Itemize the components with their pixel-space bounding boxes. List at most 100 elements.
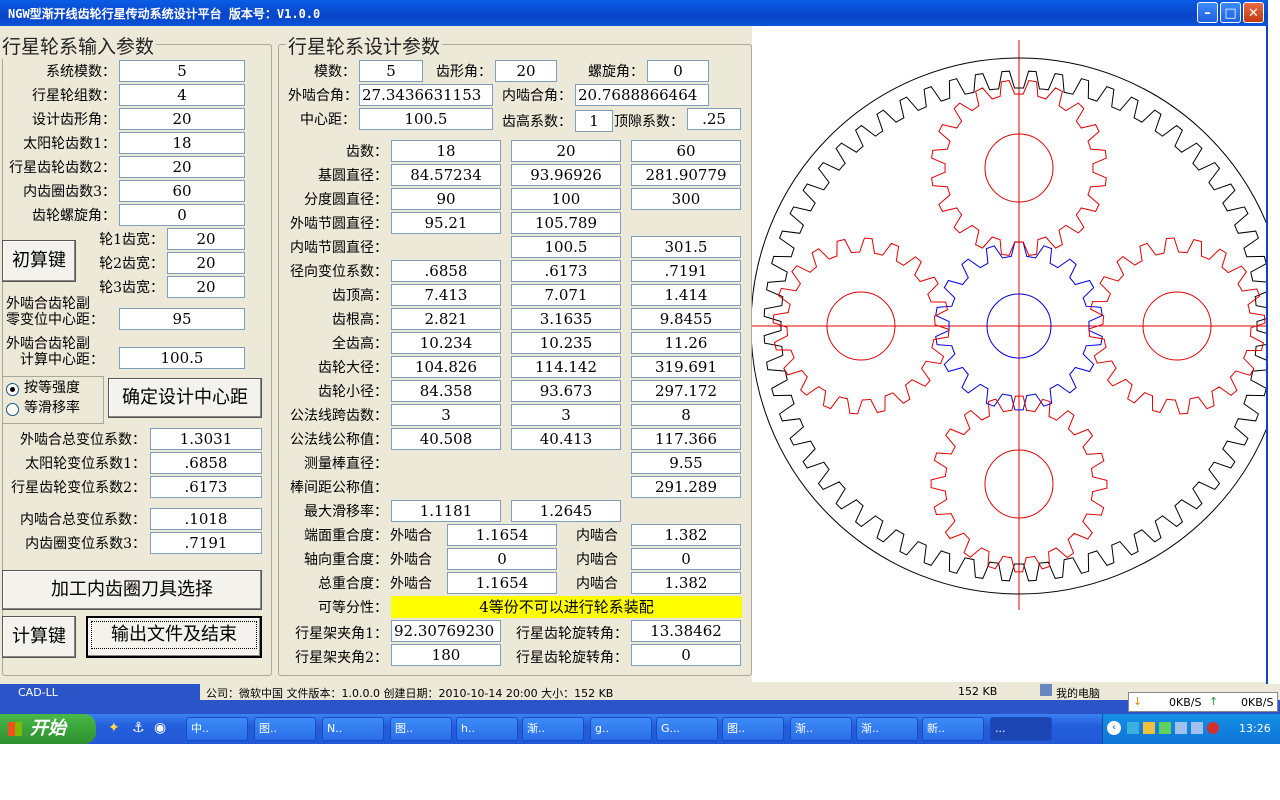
width3-input[interactable]: 20 [167, 276, 245, 298]
pressure-angle-input[interactable]: 20 [119, 108, 245, 130]
tray-icon-6[interactable] [1207, 722, 1219, 734]
cell-teeth-planet[interactable]: 20 [511, 140, 621, 162]
int-mesh-angle-value[interactable]: 20.7688866464 [575, 84, 709, 106]
output-and-exit-button[interactable]: 输出文件及结束 [86, 616, 262, 658]
addendum-coef-value[interactable]: 1 [575, 110, 613, 132]
cell-dedendum-ring[interactable]: 9.8455 [631, 308, 741, 330]
cell-base-diameter-planet[interactable]: 93.96926 [511, 164, 621, 186]
cell-total-height-planet[interactable]: 10.235 [511, 332, 621, 354]
initial-calc-button[interactable]: 初算键 [2, 240, 76, 282]
planet-teeth-input[interactable]: 20 [119, 156, 245, 178]
cell-pitch-diameter-planet[interactable]: 100 [511, 188, 621, 210]
module-value[interactable]: 5 [359, 60, 423, 82]
quicklaunch-icon-2[interactable]: ⚓ [132, 720, 146, 736]
cell-radial-shift-sun[interactable]: .6858 [391, 260, 501, 282]
width1-input[interactable]: 20 [167, 228, 245, 250]
tray-icon-1[interactable] [1127, 722, 1139, 734]
tooth-angle-value[interactable]: 20 [495, 60, 557, 82]
sun-shift-input[interactable]: .6858 [150, 452, 262, 474]
cell-span-teeth-ring[interactable]: 8 [631, 404, 741, 426]
close-button[interactable]: ✕ [1243, 2, 1264, 23]
transverse-ext-value[interactable]: 1.1654 [447, 524, 557, 546]
cell-pitch-diameter-sun[interactable]: 90 [391, 188, 501, 210]
ext-mesh-angle-value[interactable]: 27.3436631153 [359, 84, 493, 106]
task-button-9[interactable]: 图.. [722, 717, 784, 741]
cell-total-height-ring[interactable]: 11.26 [631, 332, 741, 354]
task-button-12[interactable]: 新.. [922, 717, 984, 741]
cell-radial-shift-planet[interactable]: .6173 [511, 260, 621, 282]
confirm-center-button[interactable]: 确定设计中心距 [108, 378, 262, 418]
cell-base-diameter-sun[interactable]: 84.57234 [391, 164, 501, 186]
minimize-button[interactable]: – [1197, 2, 1218, 23]
total-ext-value[interactable]: 1.1654 [447, 572, 557, 594]
clearance-coef-value[interactable]: .25 [687, 108, 741, 130]
cell-total-height-sun[interactable]: 10.234 [391, 332, 501, 354]
cell-over-pins-ring[interactable]: 291.289 [631, 476, 741, 498]
tray-expand-icon[interactable]: ‹ [1107, 721, 1121, 735]
ring-teeth-input[interactable]: 60 [119, 180, 245, 202]
radio-equal-strength[interactable] [6, 383, 19, 396]
calc-button[interactable]: 计算键 [2, 616, 76, 658]
radio-equal-slip-label[interactable]: 等滑移率 [24, 398, 80, 418]
carrier-angle2-value[interactable]: 180 [391, 644, 501, 666]
planet-groups-input[interactable]: 4 [119, 84, 245, 106]
center-distance-value[interactable]: 100.5 [359, 108, 493, 130]
task-button-2[interactable]: 图.. [254, 717, 316, 741]
task-button-1[interactable]: 中.. [186, 717, 248, 741]
task-button-8[interactable]: G... [656, 717, 718, 741]
task-button-4[interactable]: 图.. [390, 717, 452, 741]
tray-icon-2[interactable] [1143, 722, 1155, 734]
zero-shift-center-input[interactable]: 95 [119, 308, 245, 330]
start-button[interactable]: 开始 [0, 714, 96, 744]
ext-total-shift-input[interactable]: 1.3031 [150, 428, 262, 450]
cell-teeth-ring[interactable]: 60 [631, 140, 741, 162]
ring-shift-input[interactable]: .7191 [150, 532, 262, 554]
task-button-11[interactable]: 渐.. [856, 717, 918, 741]
tray-icon-3[interactable] [1159, 722, 1171, 734]
quicklaunch-icon-3[interactable]: ◉ [154, 720, 168, 736]
cell-span-teeth-sun[interactable]: 3 [391, 404, 501, 426]
transverse-int-value[interactable]: 1.382 [631, 524, 741, 546]
calc-center-input[interactable]: 100.5 [119, 347, 245, 369]
planet-shift-input[interactable]: .6173 [150, 476, 262, 498]
system-module-input[interactable]: 5 [119, 60, 245, 82]
cell-major-diameter-planet[interactable]: 114.142 [511, 356, 621, 378]
cell-minor-diameter-planet[interactable]: 93.673 [511, 380, 621, 402]
cell-minor-diameter-sun[interactable]: 84.358 [391, 380, 501, 402]
cell-addendum-ring[interactable]: 1.414 [631, 284, 741, 306]
cell-span-length-planet[interactable]: 40.413 [511, 428, 621, 450]
cell-span-length-sun[interactable]: 40.508 [391, 428, 501, 450]
sun-teeth-input[interactable]: 18 [119, 132, 245, 154]
title-bar[interactable]: NGW型渐开线齿轮行星传动系统设计平台 版本号：V1.0.0 [0, 0, 1268, 26]
cell-dedendum-sun[interactable]: 2.821 [391, 308, 501, 330]
tray-icon-5[interactable] [1191, 722, 1203, 734]
cell-teeth-sun[interactable]: 18 [391, 140, 501, 162]
task-button-10[interactable]: 渐.. [790, 717, 852, 741]
tool-select-button[interactable]: 加工内齿圈刀具选择 [2, 570, 262, 610]
cell-ext-working-pitch-sun[interactable]: 95.21 [391, 212, 501, 234]
task-button-3[interactable]: N.. [322, 717, 384, 741]
total-int-value[interactable]: 1.382 [631, 572, 741, 594]
task-button-13[interactable]: ... [990, 717, 1052, 741]
axial-int-value[interactable]: 0 [631, 548, 741, 570]
task-button-7[interactable]: g.. [590, 717, 652, 741]
helix-angle-input[interactable]: 0 [119, 204, 245, 226]
cell-max-slip-sun[interactable]: 1.1181 [391, 500, 501, 522]
cell-int-working-pitch-planet[interactable]: 100.5 [511, 236, 621, 258]
cell-int-working-pitch-ring[interactable]: 301.5 [631, 236, 741, 258]
cell-pin-diameter-ring[interactable]: 9.55 [631, 452, 741, 474]
task-button-6[interactable]: 渐.. [522, 717, 584, 741]
quicklaunch-icon-1[interactable]: ✦ [108, 720, 122, 736]
clock[interactable]: 13:26 [1239, 722, 1271, 735]
cell-base-diameter-ring[interactable]: 281.90779 [631, 164, 741, 186]
radio-equal-slip[interactable] [6, 403, 19, 416]
carrier-angle1-value[interactable]: 92.30769230 [391, 620, 501, 642]
cell-addendum-planet[interactable]: 7.071 [511, 284, 621, 306]
cell-minor-diameter-ring[interactable]: 297.172 [631, 380, 741, 402]
radio-equal-strength-label[interactable]: 按等强度 [24, 378, 80, 398]
cell-major-diameter-sun[interactable]: 104.826 [391, 356, 501, 378]
axial-ext-value[interactable]: 0 [447, 548, 557, 570]
cell-span-length-ring[interactable]: 117.366 [631, 428, 741, 450]
cell-ext-working-pitch-planet[interactable]: 105.789 [511, 212, 621, 234]
helix-value[interactable]: 0 [647, 60, 709, 82]
